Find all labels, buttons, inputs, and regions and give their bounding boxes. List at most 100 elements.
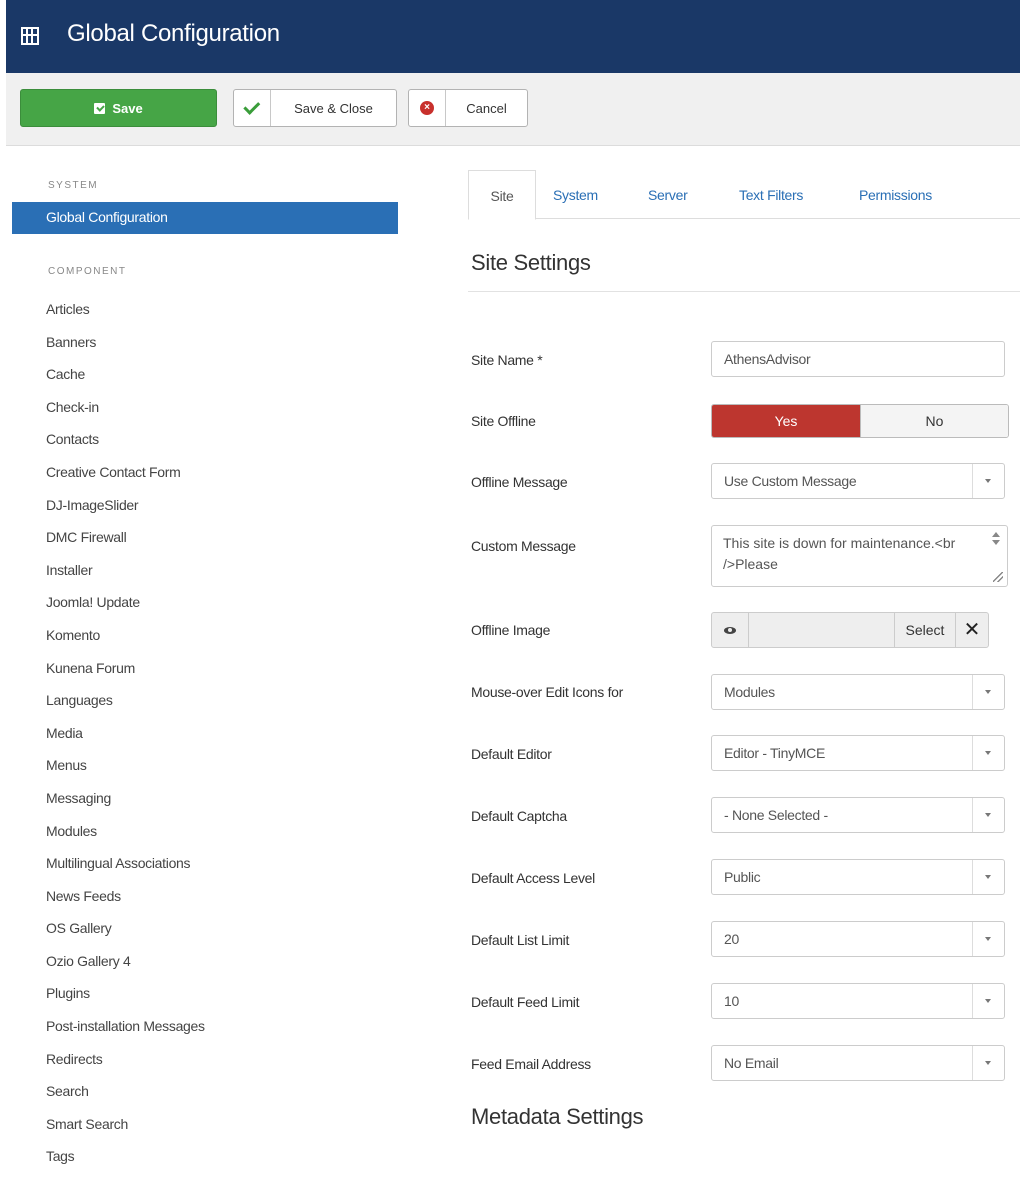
tab-permissions[interactable]: Permissions (859, 170, 932, 219)
sidebar-item[interactable]: DJ-ImageSlider (46, 495, 205, 528)
sidebar-heading-component: COMPONENT (48, 266, 127, 277)
sidebar-item[interactable]: Plugins (46, 983, 205, 1016)
sidebar-item[interactable]: Media (46, 723, 205, 756)
sidebar-item[interactable]: Smart Search (46, 1114, 205, 1147)
site-offline-toggle: Yes No (711, 404, 1009, 438)
resize-grip-icon[interactable] (993, 572, 1003, 582)
default-editor-label: Default Editor (471, 746, 552, 762)
sidebar-item[interactable]: Search (46, 1081, 205, 1114)
access-level-select[interactable]: Public (711, 859, 1005, 895)
default-editor-select[interactable]: Editor - TinyMCE (711, 735, 1005, 771)
default-captcha-label: Default Captcha (471, 808, 567, 824)
sidebar-item[interactable]: Contacts (46, 429, 205, 462)
access-level-label: Default Access Level (471, 870, 595, 886)
sidebar-item[interactable]: Creative Contact Form (46, 462, 205, 495)
tab-server[interactable]: Server (648, 170, 688, 219)
chevron-down-icon (972, 798, 1004, 832)
offline-message-select[interactable]: Use Custom Message (711, 463, 1005, 499)
sidebar-item[interactable]: News Feeds (46, 886, 205, 919)
site-settings-heading: Site Settings (471, 250, 591, 275)
sidebar-item[interactable]: Banners (46, 332, 205, 365)
feed-email-label: Feed Email Address (471, 1056, 591, 1072)
tab-system[interactable]: System (553, 170, 598, 219)
tab-site[interactable]: Site (468, 170, 536, 220)
site-name-label: Site Name * (471, 352, 543, 368)
cancel-button[interactable]: × Cancel (408, 89, 528, 127)
chevron-down-icon (972, 922, 1004, 956)
sidebar-heading-system: SYSTEM (48, 180, 99, 191)
sidebar-item[interactable]: Post-installation Messages (46, 1016, 205, 1049)
feed-limit-value: 10 (724, 993, 739, 1009)
custom-message-value: This site is down for maintenance.<br />… (723, 535, 956, 572)
default-captcha-select[interactable]: - None Selected - (711, 797, 1005, 833)
tab-text-filters[interactable]: Text Filters (739, 170, 803, 219)
sidebar-item[interactable]: Modules (46, 821, 205, 854)
config-grid-icon (21, 27, 39, 45)
edit-icons-label: Mouse-over Edit Icons for (471, 684, 624, 700)
offline-message-label: Offline Message (471, 474, 568, 490)
list-limit-label: Default List Limit (471, 932, 570, 948)
page-header: Global Configuration (6, 0, 1020, 73)
check-icon (242, 97, 260, 115)
settings-tabs: Site System Server Text Filters Permissi… (468, 170, 1020, 220)
edit-icons-select[interactable]: Modules (711, 674, 1005, 710)
default-editor-value: Editor - TinyMCE (724, 745, 825, 761)
preview-eye-icon[interactable] (712, 613, 749, 647)
metadata-settings-heading: Metadata Settings (471, 1104, 644, 1129)
feed-email-value: No Email (724, 1055, 779, 1071)
site-offline-label: Site Offline (471, 413, 536, 429)
feed-email-select[interactable]: No Email (711, 1045, 1005, 1081)
sidebar-item[interactable]: Messaging (46, 788, 205, 821)
list-limit-select[interactable]: 20 (711, 921, 1005, 957)
site-name-input[interactable]: AthensAdvisor (711, 341, 1005, 377)
cancel-label: Cancel (466, 100, 507, 116)
chevron-down-icon (972, 675, 1004, 709)
sidebar-item[interactable]: Komento (46, 625, 205, 658)
site-offline-no[interactable]: No (860, 405, 1008, 437)
clear-icon[interactable]: ✕ (956, 613, 988, 647)
chevron-down-icon (972, 464, 1004, 498)
sidebar-item[interactable]: Languages (46, 690, 205, 723)
sidebar-item[interactable]: Menus (46, 755, 205, 788)
save-close-label: Save & Close (294, 100, 373, 116)
textarea-scroll-control[interactable] (983, 526, 1007, 586)
sidebar-item[interactable]: Tags (46, 1146, 205, 1179)
save-button[interactable]: Save (20, 89, 217, 127)
toolbar: Save Save & Close × Cancel (6, 73, 1020, 146)
feed-limit-select[interactable]: 10 (711, 983, 1005, 1019)
sidebar-item[interactable]: Check-in (46, 397, 205, 430)
access-level-value: Public (724, 869, 761, 885)
sidebar-item[interactable]: Kunena Forum (46, 658, 205, 691)
sidebar-item[interactable]: Ozio Gallery 4 (46, 951, 205, 984)
default-captcha-value: - None Selected - (724, 807, 828, 823)
sidebar-item[interactable]: Multilingual Associations (46, 853, 205, 886)
offline-image-field: Select ✕ (711, 612, 989, 648)
offline-image-path (749, 613, 895, 647)
sidebar-item[interactable]: OS Gallery (46, 918, 205, 951)
save-icon (94, 102, 106, 114)
sidebar-component-list: Articles Banners Cache Check-in Contacts Crea… (46, 299, 205, 1179)
sidebar-item[interactable]: Installer (46, 560, 205, 593)
list-limit-value: 20 (724, 931, 739, 947)
save-close-button[interactable]: Save & Close (233, 89, 397, 127)
custom-message-textarea[interactable]: This site is down for maintenance.<br />… (711, 525, 1008, 587)
cancel-circle-icon: × (420, 101, 434, 115)
offline-image-select-button[interactable]: Select (895, 613, 956, 647)
chevron-down-icon (972, 736, 1004, 770)
chevron-down-icon (972, 984, 1004, 1018)
divider (468, 291, 1020, 292)
sidebar-item[interactable]: DMC Firewall (46, 527, 205, 560)
save-button-label: Save (112, 100, 143, 116)
edit-icons-value: Modules (724, 684, 775, 700)
page-title: Global Configuration (67, 20, 280, 47)
sidebar-item[interactable]: Articles (46, 299, 205, 332)
offline-image-label: Offline Image (471, 622, 551, 638)
chevron-down-icon (972, 1046, 1004, 1080)
sidebar-item-global-configuration[interactable]: Global Configuration (12, 202, 398, 234)
feed-limit-label: Default Feed Limit (471, 994, 580, 1010)
site-offline-yes[interactable]: Yes (712, 405, 860, 437)
sidebar-item[interactable]: Redirects (46, 1049, 205, 1082)
sidebar-item[interactable]: Cache (46, 364, 205, 397)
sidebar-item[interactable]: Joomla! Update (46, 592, 205, 625)
offline-message-value: Use Custom Message (724, 473, 857, 489)
